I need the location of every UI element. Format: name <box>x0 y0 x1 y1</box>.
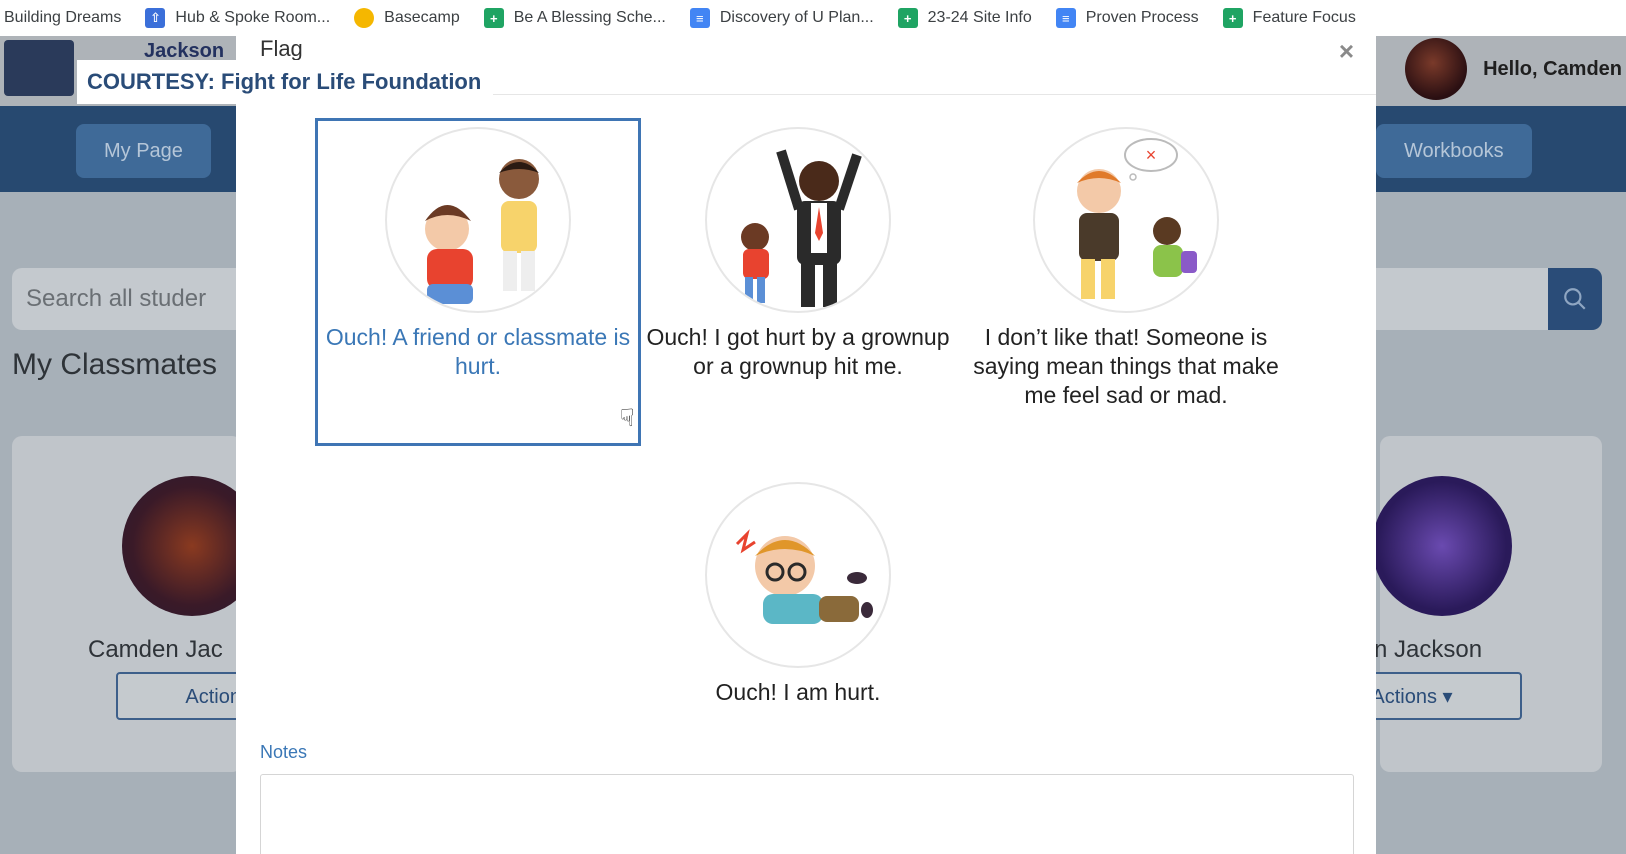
bookmark-label: Hub & Spoke Room... <box>175 9 331 26</box>
bookmark-label: Proven Process <box>1085 9 1199 26</box>
flag-option-grownup-hurt[interactable]: Ouch! I got hurt by a grownup or a grown… <box>635 121 961 381</box>
basecamp-icon <box>354 8 375 28</box>
classmate-card: ton Jackson Actions ▾ <box>1302 436 1602 772</box>
bookmark-be-a-blessing[interactable]: + Be A Blessing Sche... <box>483 8 666 28</box>
docs-icon: ≡ <box>689 8 710 28</box>
sheets-icon: + <box>1222 8 1243 28</box>
bookmark-proven-process[interactable]: ≡ Proven Process <box>1055 8 1199 28</box>
user-greeting[interactable]: Hello, Camden <box>1405 38 1622 100</box>
sheets-icon: + <box>897 8 918 28</box>
flag-option-mean-words[interactable]: × I don’t like that! Someone is saying m… <box>963 121 1289 410</box>
nav-workbooks[interactable]: Workbooks <box>1376 124 1532 178</box>
greeting-text: Hello, Camden <box>1483 57 1622 80</box>
bookmark-hub-spoke[interactable]: ⇧ Hub & Spoke Room... <box>145 8 330 28</box>
bookmark-label: Be A Blessing Sche... <box>513 9 666 26</box>
modal-title: Flag <box>260 36 303 61</box>
classmates-title: My Classmates <box>12 348 218 381</box>
friend-hurt-illustration <box>385 127 571 313</box>
flag-modal: Flag × Ouch! A friend or classmate is hu… <box>236 36 1376 854</box>
option-label: Ouch! A friend or classmate is hurt. <box>325 324 631 379</box>
bookmark-label: Discovery of U Plan... <box>719 9 874 26</box>
avatar <box>1405 38 1468 100</box>
bookmark-label: Building Dreams <box>4 9 122 26</box>
hub-icon: ⇧ <box>145 8 166 28</box>
option-label: I don’t like that! Someone is saying mea… <box>973 324 1279 408</box>
bookmark-label: 23-24 Site Info <box>927 9 1032 26</box>
search-button[interactable] <box>1548 268 1602 330</box>
bookmark-site-info[interactable]: + 23-24 Site Info <box>897 8 1032 28</box>
school-logo <box>4 40 74 96</box>
bookmark-discovery[interactable]: ≡ Discovery of U Plan... <box>689 8 874 28</box>
option-label: Ouch! I am hurt. <box>715 679 881 705</box>
flag-option-i-am-hurt[interactable]: Ouch! I am hurt. <box>635 476 961 707</box>
flag-option-friend-hurt[interactable]: Ouch! A friend or classmate is hurt. <box>315 118 641 446</box>
option-label: Ouch! I got hurt by a grownup or a grown… <box>646 324 950 379</box>
bookmark-label: Feature Focus <box>1252 9 1356 26</box>
bookmark-building-dreams[interactable]: Building Dreams <box>4 9 121 27</box>
docs-icon: ≡ <box>1055 8 1076 28</box>
bookmark-label: Basecamp <box>384 9 460 26</box>
search-icon <box>1564 288 1586 310</box>
classmate-name: Camden Jac <box>88 636 223 663</box>
i-am-hurt-illustration <box>705 482 891 668</box>
mean-words-illustration: × <box>1033 127 1219 313</box>
close-icon[interactable]: × <box>1339 36 1354 67</box>
nav-my-page[interactable]: My Page <box>76 124 211 178</box>
bookmark-basecamp[interactable]: Basecamp <box>354 8 460 28</box>
notes-label: Notes <box>260 742 308 762</box>
bookmarks-bar: Building Dreams ⇧ Hub & Spoke Room... Ba… <box>0 0 1626 36</box>
avatar <box>1372 476 1512 616</box>
bookmark-feature-focus[interactable]: + Feature Focus <box>1222 8 1356 28</box>
courtesy-banner: COURTESY: Fight for Life Foundation <box>77 60 493 104</box>
svg-text:×: × <box>1146 145 1157 165</box>
classmate-card: Camden Jac Actions ▾ <box>12 436 336 772</box>
grownup-hurt-illustration <box>705 127 891 313</box>
sheets-icon: + <box>483 8 504 28</box>
notes-field[interactable] <box>260 774 1354 854</box>
hand-cursor-icon: ☟ <box>620 405 635 432</box>
